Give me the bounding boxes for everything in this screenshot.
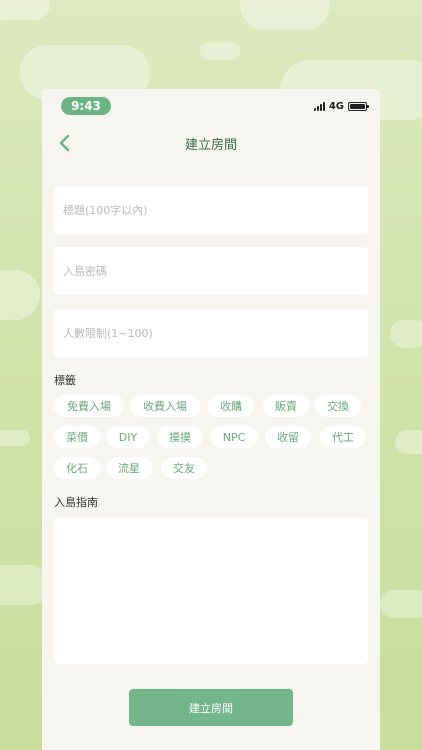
tag-diy[interactable]: DIY xyxy=(106,426,150,448)
title-input[interactable] xyxy=(63,203,368,217)
create-room-button[interactable]: 建立房間 xyxy=(129,689,293,726)
password-input[interactable] xyxy=(63,264,368,278)
background-decoration xyxy=(380,590,422,618)
tag-meteor[interactable]: 流星 xyxy=(106,457,152,479)
background-decoration xyxy=(200,42,240,60)
status-bar: 9:43 4G xyxy=(42,89,380,119)
tag-paid-entry[interactable]: 收費入場 xyxy=(130,395,200,417)
tag-selling[interactable]: 販賣 xyxy=(263,395,309,417)
background-decoration xyxy=(0,430,30,446)
phone-screen: 9:43 4G 建立房間 標籤 免費入場 收費入場 收購 販賣 交換 菜價 DI… xyxy=(42,89,380,750)
tag-friends[interactable]: 交友 xyxy=(161,457,207,479)
tag-npc[interactable]: NPC xyxy=(210,426,258,448)
background-decoration xyxy=(0,270,40,320)
title-field[interactable] xyxy=(54,186,368,234)
tag-buying[interactable]: 收購 xyxy=(208,395,254,417)
limit-field[interactable] xyxy=(54,309,368,357)
password-field[interactable] xyxy=(54,247,368,295)
tag-shelter[interactable]: 收留 xyxy=(265,426,311,448)
nav-bar: 建立房間 xyxy=(42,127,380,159)
network-label: 4G xyxy=(328,101,344,112)
tag-crafting[interactable]: 代工 xyxy=(320,426,366,448)
guide-textarea[interactable] xyxy=(54,518,368,664)
background-decoration xyxy=(0,0,50,20)
background-decoration xyxy=(395,430,422,454)
status-indicators: 4G xyxy=(313,101,369,112)
tags-label: 標籤 xyxy=(54,374,76,387)
status-time: 9:43 xyxy=(61,97,111,115)
guide-label: 入島指南 xyxy=(54,496,98,509)
tag-fossil[interactable]: 化石 xyxy=(54,457,100,479)
signal-icon xyxy=(313,102,325,111)
tag-pat[interactable]: 摸摸 xyxy=(157,426,203,448)
tag-trade[interactable]: 交換 xyxy=(315,395,361,417)
battery-icon xyxy=(348,102,369,111)
background-decoration xyxy=(390,320,422,348)
page-title: 建立房間 xyxy=(184,138,237,153)
background-decoration xyxy=(240,0,330,30)
battery-level xyxy=(350,104,365,109)
tag-turnip-price[interactable]: 菜價 xyxy=(54,426,100,448)
player-limit-input[interactable] xyxy=(63,326,368,340)
tag-free-entry[interactable]: 免費入場 xyxy=(54,395,124,417)
